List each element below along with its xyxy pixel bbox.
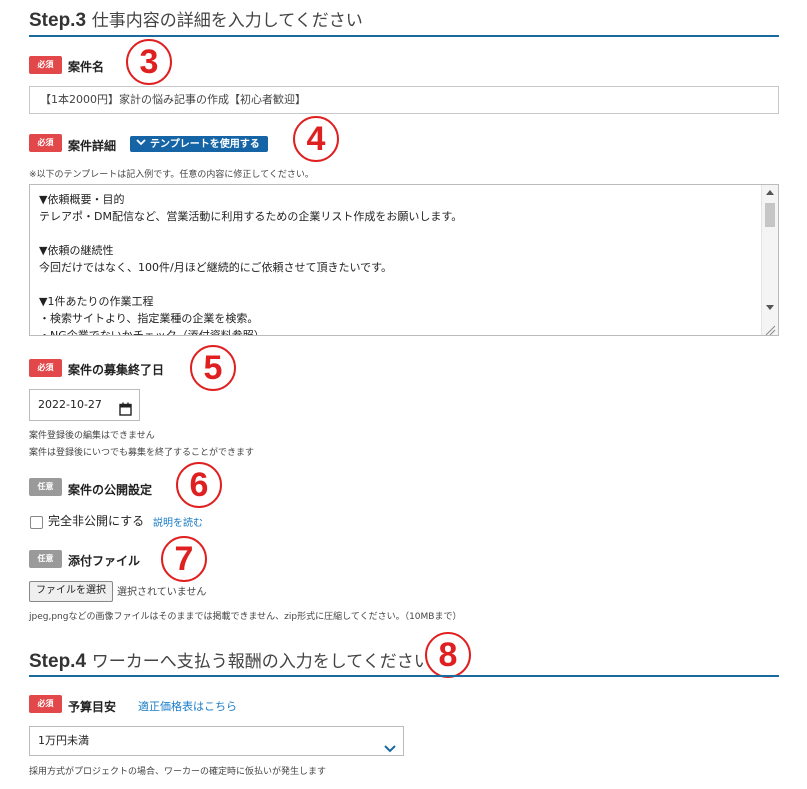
job-detail-text: ▼依頼概要・目的 テレアポ・DM配信など、営業活動に利用するための企業リスト作成… xyxy=(39,193,463,336)
chevron-down-icon xyxy=(384,736,396,764)
file-status: 選択されていません xyxy=(117,587,207,598)
visibility-label: 案件の公開設定 xyxy=(68,483,153,497)
budget-select[interactable]: 1万円未満 xyxy=(29,726,404,756)
step4-prefix: Step.4 xyxy=(29,651,87,672)
step3-title: Step.3 仕事内容の詳細を入力してください xyxy=(29,6,363,32)
optional-badge: 任意 xyxy=(29,550,62,568)
attachment-label: 添付ファイル xyxy=(68,554,141,568)
deadline-date-value: 2022-10-27 xyxy=(38,398,102,411)
required-badge: 必須 xyxy=(29,359,62,377)
annotation-4: 4 xyxy=(293,116,339,162)
step3-heading: 仕事内容の詳細を入力してください xyxy=(91,11,363,31)
use-template-button[interactable]: テンプレートを使用する xyxy=(130,136,268,152)
job-detail-textarea[interactable]: ▼依頼概要・目的 テレアポ・DM配信など、営業活動に利用するための企業リスト作成… xyxy=(29,184,779,336)
private-checkbox-label[interactable]: 完全非公開にする xyxy=(48,512,144,529)
deadline-note-1: 案件登録後の編集はできません xyxy=(29,431,155,441)
choose-file-button[interactable]: ファイルを選択 xyxy=(29,581,113,602)
scroll-up-arrow-icon[interactable] xyxy=(766,190,774,195)
template-note: ※以下のテンプレートは記入例です。任意の内容に修正してください。 xyxy=(29,170,314,180)
step3-prefix: Step.3 xyxy=(29,10,87,31)
budget-label: 予算目安 xyxy=(68,700,117,714)
scroll-down-arrow-icon[interactable] xyxy=(766,305,774,310)
step4-heading: ワーカーへ支払う報酬の入力をしてください xyxy=(91,652,431,672)
calendar-icon[interactable] xyxy=(119,398,132,428)
required-badge: 必須 xyxy=(29,134,62,152)
attachment-note: jpeg,pngなどの画像ファイルはそのままでは掲載できません、zip形式に圧縮… xyxy=(29,612,462,622)
annotation-3: 3 xyxy=(126,39,172,85)
budget-selected-value: 1万円未満 xyxy=(38,734,89,747)
deadline-note-2: 案件は登録後にいつでも募集を終了することができます xyxy=(29,448,255,458)
textarea-scrollbar[interactable] xyxy=(761,185,778,335)
required-badge: 必須 xyxy=(29,695,62,713)
annotation-8: 8 xyxy=(425,632,471,678)
resize-handle-icon[interactable] xyxy=(764,321,776,335)
step4-title: Step.4 ワーカーへ支払う報酬の入力をしてください xyxy=(29,647,431,673)
read-explanation-link[interactable]: 説明を読む xyxy=(153,514,203,529)
annotation-6: 6 xyxy=(176,462,222,508)
job-detail-label: 案件詳細 xyxy=(68,139,117,153)
annotation-7: 7 xyxy=(161,536,207,582)
scrollbar-thumb[interactable] xyxy=(765,203,775,227)
step4-rule xyxy=(29,675,779,677)
private-checkbox[interactable] xyxy=(30,516,43,529)
annotation-5: 5 xyxy=(190,345,236,391)
deadline-label: 案件の募集終了日 xyxy=(68,363,165,377)
price-table-link[interactable]: 適正価格表はこちら xyxy=(138,698,237,714)
budget-note: 採用方式がプロジェクトの場合、ワーカーの確定時に仮払いが発生します xyxy=(29,767,327,777)
job-name-input[interactable]: 【1本2000円】家計の悩み記事の作成【初心者歓迎】 xyxy=(29,86,779,114)
job-name-value: 【1本2000円】家計の悩み記事の作成【初心者歓迎】 xyxy=(40,93,306,106)
job-name-label: 案件名 xyxy=(68,60,105,74)
step3-rule xyxy=(29,35,779,37)
use-template-label: テンプレートを使用する xyxy=(150,139,260,150)
required-badge: 必須 xyxy=(29,56,62,74)
chevron-down-icon xyxy=(136,136,146,152)
optional-badge: 任意 xyxy=(29,478,62,496)
deadline-date-input[interactable]: 2022-10-27 xyxy=(29,389,140,421)
